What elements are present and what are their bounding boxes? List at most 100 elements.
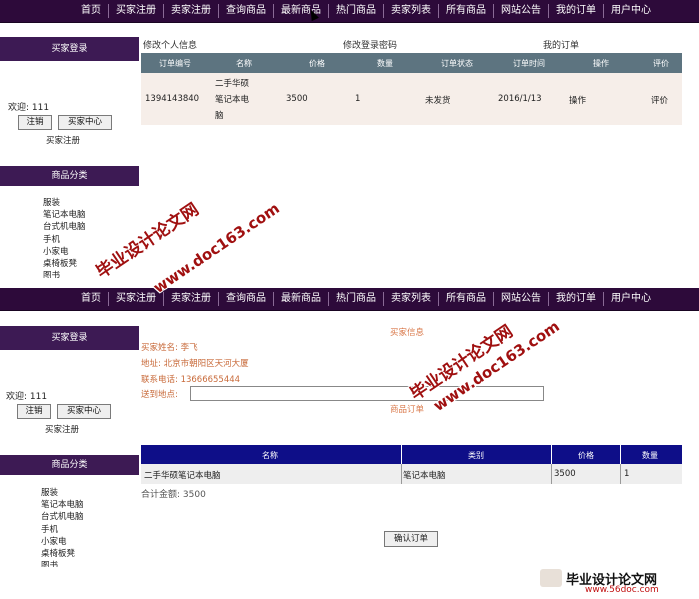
column-divider	[401, 445, 402, 464]
bottom-nav-bar: 首页 买家注册 卖家注册 查询商品 最新商品 热门商品 卖家列表 所有商品 网站…	[0, 288, 699, 311]
category-item[interactable]: 小家电	[43, 246, 86, 258]
nav-announcements[interactable]: 网站公告	[493, 4, 548, 18]
nav-buyer-register[interactable]: 买家注册	[108, 292, 163, 306]
category-item[interactable]: 桌椅板凳	[43, 258, 86, 270]
logout-button[interactable]: 注销	[18, 115, 52, 130]
orders-table-header: 订单编号 名称 价格 数量 订单状态 订单时间 操作 评价	[141, 53, 682, 73]
buyer-name: 买家姓名: 李飞	[141, 343, 198, 353]
order-name-line: 脑	[215, 111, 224, 121]
buyer-register-link[interactable]: 买家注册	[45, 423, 79, 435]
buyer-register-link[interactable]: 买家注册	[46, 134, 80, 146]
column-divider	[551, 445, 552, 464]
buyer-center-button[interactable]: 买家中心	[57, 404, 111, 419]
change-password-link[interactable]: 修改登录密码	[343, 38, 397, 51]
nav-new-goods[interactable]: 最新商品	[273, 292, 328, 306]
edit-profile-link[interactable]: 修改个人信息	[143, 38, 197, 51]
nav-hot-goods[interactable]: 热门商品	[328, 4, 383, 18]
goods-price: 3500	[554, 469, 576, 479]
nav-seller-list[interactable]: 卖家列表	[383, 292, 438, 306]
buyer-phone: 联系电话: 13666655444	[141, 375, 241, 385]
category-item[interactable]: 台式机电脑	[41, 511, 84, 523]
order-review-link[interactable]: 评价	[651, 94, 668, 106]
login-title: 买家登录	[0, 326, 139, 350]
goods-order-title: 商品订单	[390, 405, 425, 415]
my-orders-link[interactable]: 我的订单	[543, 38, 579, 51]
nav-seller-register[interactable]: 卖家注册	[163, 292, 218, 306]
nav-hot-goods[interactable]: 热门商品	[328, 292, 383, 306]
login-title: 买家登录	[0, 37, 139, 61]
confirm-order-button[interactable]: 确认订单	[384, 531, 438, 547]
nav-seller-list[interactable]: 卖家列表	[383, 4, 438, 18]
col-qty: 数量	[377, 59, 393, 68]
buyer-info-title: 买家信息	[390, 328, 425, 338]
site-logo-icon	[540, 569, 562, 587]
nav-all-goods[interactable]: 所有商品	[438, 292, 493, 306]
logout-button[interactable]: 注销	[17, 404, 51, 419]
col-qty: 数量	[642, 451, 658, 460]
category-item[interactable]: 台式机电脑	[43, 221, 86, 233]
order-name-line: 笔记本电	[215, 95, 250, 105]
nav-announcements[interactable]: 网站公告	[493, 292, 548, 306]
nav-user-center[interactable]: 用户中心	[603, 292, 658, 306]
category-item[interactable]: 图书	[43, 270, 86, 278]
delivery-address-input[interactable]	[190, 386, 544, 401]
category-item[interactable]: 小家电	[41, 536, 84, 548]
col-time: 订单时间	[513, 59, 545, 68]
buyer-center-button[interactable]: 买家中心	[58, 115, 112, 130]
goods-name: 二手华硕笔记本电脑	[144, 471, 221, 481]
goods-category: 笔记本电脑	[403, 471, 446, 481]
column-divider	[620, 464, 621, 484]
category-item[interactable]: 服装	[43, 197, 86, 209]
order-time: 2016/1/13	[498, 94, 542, 104]
delivery-label: 送到地点:	[141, 390, 178, 400]
col-price: 价格	[578, 451, 594, 460]
column-divider	[401, 464, 402, 484]
order-name-line: 二手华硕	[215, 79, 250, 89]
goods-qty: 1	[624, 469, 630, 479]
col-action: 操作	[593, 59, 609, 68]
nav-seller-register[interactable]: 卖家注册	[163, 4, 218, 18]
order-status: 未发货	[425, 96, 451, 106]
category-item[interactable]: 笔记本电脑	[41, 499, 84, 511]
col-review: 评价	[653, 59, 669, 68]
nav-all-goods[interactable]: 所有商品	[438, 4, 493, 18]
watermark-url: www.doc163.com	[150, 199, 283, 297]
nav-my-orders[interactable]: 我的订单	[548, 292, 603, 306]
buyer-address: 地址: 北京市朝阳区天河大厦	[141, 359, 249, 369]
category-list: 服装 笔记本电脑 台式机电脑 手机 小家电 桌椅板凳 图书	[43, 197, 86, 278]
nav-new-goods[interactable]: 最新商品	[273, 4, 328, 18]
category-panel: 商品分类	[0, 166, 139, 186]
nav-home[interactable]: 首页	[74, 292, 108, 306]
col-name: 名称	[262, 451, 278, 460]
category-item[interactable]: 桌椅板凳	[41, 548, 84, 560]
nav-user-center[interactable]: 用户中心	[603, 4, 658, 18]
category-item[interactable]: 手机	[43, 234, 86, 246]
col-status: 订单状态	[441, 59, 473, 68]
sidebar: 买家登录	[0, 37, 139, 61]
column-divider	[551, 464, 552, 484]
nav-home[interactable]: 首页	[74, 4, 108, 18]
col-category: 类别	[468, 451, 484, 460]
sidebar-bottom: 买家登录	[0, 326, 139, 350]
order-action-link[interactable]: 操作	[569, 94, 586, 106]
category-list: 服装 笔记本电脑 台式机电脑 手机 小家电 桌椅板凳 图书	[41, 487, 84, 567]
col-price: 价格	[309, 59, 325, 68]
order-price: 3500	[286, 94, 308, 104]
goods-table-header: 名称 类别 价格 数量	[141, 445, 682, 464]
order-qty: 1	[355, 94, 361, 104]
col-order-id: 订单编号	[159, 59, 191, 68]
category-item[interactable]: 图书	[41, 560, 84, 567]
category-panel: 商品分类	[0, 455, 139, 475]
category-item[interactable]: 笔记本电脑	[43, 209, 86, 221]
order-total: 合计金额: 3500	[141, 490, 206, 500]
category-title: 商品分类	[0, 166, 139, 186]
top-nav-bar: 首页 买家注册 卖家注册 查询商品 最新商品 热门商品 卖家列表 所有商品 网站…	[0, 0, 699, 23]
category-item[interactable]: 手机	[41, 524, 84, 536]
nav-search-goods[interactable]: 查询商品	[218, 292, 273, 306]
nav-search-goods[interactable]: 查询商品	[218, 4, 273, 18]
nav-buyer-register[interactable]: 买家注册	[108, 4, 163, 18]
category-item[interactable]: 服装	[41, 487, 84, 499]
category-title: 商品分类	[0, 455, 139, 475]
welcome-text: 欢迎: 111	[6, 392, 48, 402]
nav-my-orders[interactable]: 我的订单	[548, 4, 603, 18]
